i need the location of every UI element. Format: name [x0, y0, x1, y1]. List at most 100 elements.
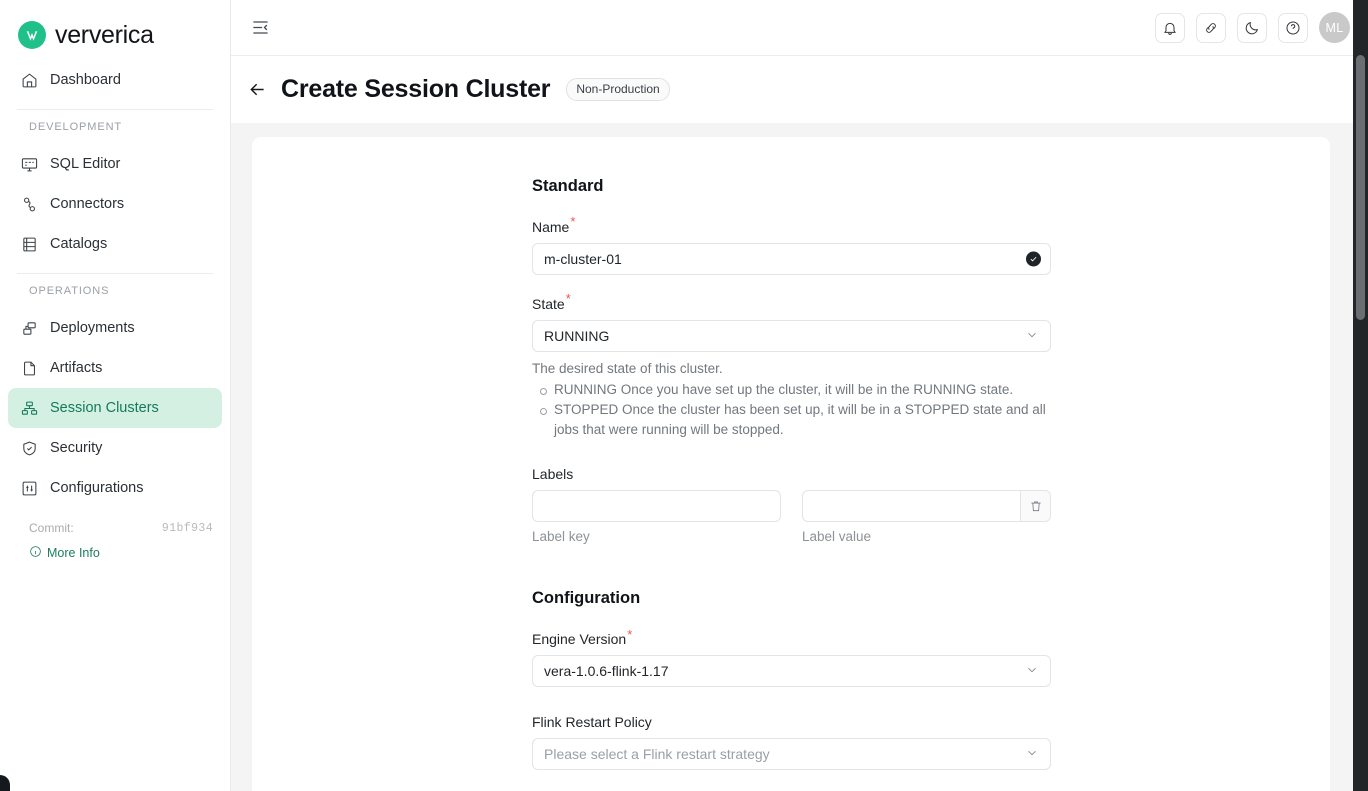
state-select-value: RUNNING: [544, 328, 610, 344]
sidebar-item-session-clusters[interactable]: Session Clusters: [8, 388, 222, 428]
sidebar-item-label: Deployments: [50, 320, 135, 336]
field-flink-restart-policy: Flink Restart Policy Please select a Fli…: [532, 714, 1051, 771]
question-circle-icon[interactable]: [1278, 12, 1308, 43]
sidebar-item-security[interactable]: Security: [8, 428, 222, 468]
avatar[interactable]: ML: [1319, 12, 1350, 43]
field-labels: Labels Label key Label value: [532, 466, 1051, 544]
flink-restart-policy-select[interactable]: Please select a Flink restart strategy: [532, 738, 1051, 771]
labels-label: Labels: [532, 466, 574, 483]
field-state: State* RUNNING The desired state of this…: [532, 292, 1051, 439]
labels-row: Label key Label value: [532, 490, 1051, 544]
sidebar-item-connectors[interactable]: Connectors: [8, 184, 222, 224]
sidebar-section-operations-label: OPERATIONS: [29, 285, 110, 297]
brand-name: ververica: [55, 20, 154, 49]
ververica-logo-icon: [18, 21, 46, 49]
info-circle-icon: [29, 545, 42, 561]
chevron-down-icon: [1025, 663, 1039, 680]
commit-label: Commit:: [29, 521, 74, 535]
sidebar-section-development-label: DEVELOPMENT: [29, 121, 123, 133]
sidebar-item-deployments[interactable]: Deployments: [8, 308, 222, 348]
engine-version-select[interactable]: vera-1.0.6-flink-1.17: [532, 655, 1051, 688]
state-select[interactable]: RUNNING: [532, 320, 1051, 352]
state-help-intro: The desired state of this cluster.: [532, 361, 723, 376]
shield-check-icon: [21, 440, 38, 457]
artifacts-icon: [21, 360, 38, 377]
label-key-col: Label key: [532, 490, 781, 544]
label-value-col: Label value: [802, 490, 1051, 544]
name-input-wrap: [532, 243, 1051, 275]
label-key-input[interactable]: [532, 490, 781, 523]
state-help-list: RUNNING Once you have set up the cluster…: [532, 380, 1051, 440]
page-title: Create Session Cluster: [281, 75, 551, 103]
name-label: Name*: [532, 215, 575, 235]
label-value-input[interactable]: [802, 490, 1051, 523]
label-key-hint: Label key: [532, 529, 590, 545]
section-title-configuration: Configuration: [532, 589, 641, 608]
page-scrollbar[interactable]: [1353, 0, 1368, 791]
sidebar-item-label: Session Clusters: [50, 400, 159, 416]
name-input[interactable]: [532, 243, 1051, 275]
page-header: Create Session Cluster Non-Production: [231, 56, 1368, 123]
sidebar-item-label: SQL Editor: [50, 156, 121, 172]
menu-fold-icon[interactable]: [245, 13, 275, 43]
sidebar-item-label: Security: [50, 440, 103, 456]
engine-version-label: Engine Version*: [532, 628, 632, 648]
configurations-icon: [21, 480, 38, 497]
field-engine-version: Engine Version* vera-1.0.6-flink-1.17: [532, 628, 1051, 688]
sidebar-item-label: Dashboard: [50, 72, 121, 88]
sidebar-item-configurations[interactable]: Configurations: [8, 468, 222, 508]
sidebar: ververica Dashboard DEVELOPMENT SQL Edit…: [0, 0, 231, 791]
required-marker: *: [570, 214, 576, 230]
engine-version-value: vera-1.0.6-flink-1.17: [544, 663, 669, 680]
catalogs-icon: [21, 236, 38, 253]
required-marker: *: [627, 626, 633, 642]
more-info-link[interactable]: More Info: [29, 545, 100, 561]
topbar: ML: [231, 0, 1368, 56]
state-help-item: STOPPED Once the cluster has been set up…: [540, 400, 1051, 439]
label-value-hint: Label value: [802, 529, 872, 545]
state-label: State*: [532, 292, 571, 312]
sidebar-item-label: Artifacts: [50, 360, 103, 376]
session-clusters-icon: [21, 400, 38, 417]
deployments-icon: [21, 320, 38, 337]
sidebar-item-dashboard[interactable]: Dashboard: [8, 60, 222, 100]
status-badge: Non-Production: [566, 78, 670, 101]
more-info-label: More Info: [47, 546, 100, 560]
session-cluster-form: Standard Name* m-cluster-01 State* RUNNI…: [532, 177, 1051, 771]
link-chain-icon[interactable]: [1196, 12, 1226, 43]
scrollbar-thumb[interactable]: [1356, 55, 1365, 320]
content-area: Standard Name* m-cluster-01 State* RUNNI…: [231, 123, 1368, 791]
trash-icon[interactable]: [1020, 491, 1050, 522]
commit-row: Commit: 91bf934: [0, 521, 230, 535]
home-icon: [21, 72, 38, 89]
state-help-item: RUNNING Once you have set up the cluster…: [540, 380, 1051, 400]
flink-restart-policy-placeholder: Please select a Flink restart strategy: [544, 746, 770, 763]
check-circle-icon: [1026, 251, 1041, 267]
moon-icon[interactable]: [1237, 12, 1267, 43]
sidebar-item-label: Connectors: [50, 196, 125, 212]
sidebar-item-sql-editor[interactable]: SQL Editor: [8, 144, 222, 184]
chevron-down-icon: [1025, 328, 1039, 345]
sidebar-item-catalogs[interactable]: Catalogs: [8, 224, 222, 264]
corner-indicator: [0, 775, 10, 791]
commit-hash: 91bf934: [161, 521, 213, 535]
section-title-standard: Standard: [532, 177, 604, 195]
state-label-text: State: [532, 296, 565, 312]
field-name: Name*: [532, 215, 1051, 275]
main-area: ML Create Session Cluster Non-Production…: [231, 0, 1368, 791]
flink-restart-policy-label: Flink Restart Policy: [532, 714, 652, 731]
sidebar-item-artifacts[interactable]: Artifacts: [8, 348, 222, 388]
name-label-text: Name: [532, 219, 570, 235]
connectors-icon: [21, 196, 38, 213]
bell-icon[interactable]: [1155, 12, 1185, 43]
sql-editor-icon: [21, 156, 38, 173]
arrow-left-icon[interactable]: [246, 79, 268, 101]
brand[interactable]: ververica: [0, 0, 230, 56]
form-card: Standard Name* m-cluster-01 State* RUNNI…: [252, 137, 1330, 791]
required-marker: *: [565, 291, 571, 307]
topbar-actions: ML: [1155, 12, 1350, 43]
sidebar-item-label: Configurations: [50, 480, 144, 496]
sidebar-item-label: Catalogs: [50, 236, 108, 252]
engine-version-label-text: Engine Version: [532, 631, 627, 648]
state-help: The desired state of this cluster. RUNNI…: [532, 359, 1051, 439]
